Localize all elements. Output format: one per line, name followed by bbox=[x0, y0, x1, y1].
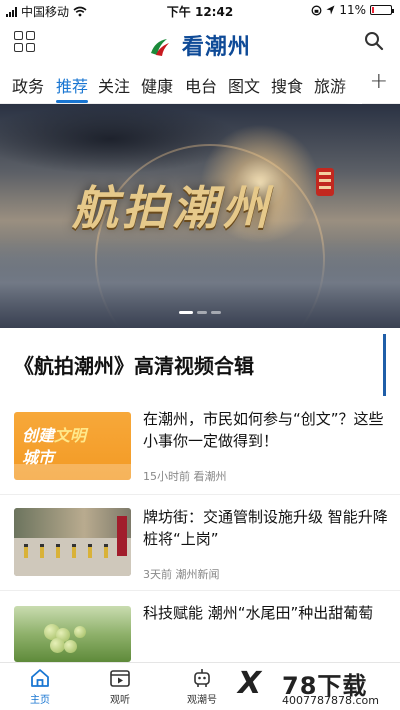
news-item[interactable]: 牌坊街：交通管制设施升级 智能升降桩将“上岗” 3天前 潮州新闻 bbox=[0, 494, 400, 590]
tabs-fade bbox=[338, 62, 362, 104]
nav-home[interactable]: 主页 bbox=[10, 667, 70, 706]
channel-tabs: 政务 推荐 关注 健康 电台 图文 搜食 旅游 + bbox=[0, 62, 400, 104]
carousel-dot[interactable] bbox=[211, 311, 221, 314]
tab-tuijian[interactable]: 推荐 bbox=[56, 73, 88, 97]
news-time: 3天前 bbox=[143, 568, 172, 581]
tab-tuwen[interactable]: 图文 bbox=[228, 73, 260, 97]
watermark-url: 4007787878.com bbox=[282, 694, 379, 707]
banner-clouds bbox=[0, 238, 400, 328]
divider bbox=[0, 590, 400, 591]
tab-diantai[interactable]: 电台 bbox=[185, 73, 217, 97]
robot-icon bbox=[194, 669, 210, 687]
battery-percent: 11% bbox=[339, 3, 366, 17]
home-icon bbox=[31, 669, 49, 687]
news-meta: 15小时前 看潮州 bbox=[143, 468, 227, 484]
tab-zhengwu[interactable]: 政务 bbox=[12, 73, 44, 97]
news-headline[interactable]: 在潮州，市民如何参与“创文”？这些小事你一定做得到！ bbox=[143, 408, 389, 452]
section-accent-bar bbox=[383, 334, 386, 396]
news-thumbnail bbox=[14, 606, 131, 662]
active-tab-indicator bbox=[56, 100, 88, 103]
nav-label: 观潮号 bbox=[187, 695, 217, 706]
nav-label: 观听 bbox=[110, 695, 130, 706]
news-time: 15小时前 bbox=[143, 470, 190, 483]
rotation-lock-icon bbox=[311, 5, 322, 15]
carousel-dot[interactable] bbox=[197, 311, 207, 314]
logo-text: 看潮州 bbox=[181, 35, 251, 60]
battery-level bbox=[372, 7, 374, 13]
site-watermark: X 78下载 4007787878.com bbox=[236, 664, 400, 710]
tab-jiankang[interactable]: 健康 bbox=[141, 73, 173, 97]
banner-title: 航拍潮州 bbox=[72, 181, 272, 235]
news-item[interactable]: 创建文明 城市 在潮州，市民如何参与“创文”？这些小事你一定做得到！ 15小时前… bbox=[0, 398, 400, 494]
nav-guanchao[interactable]: 观潮号 bbox=[172, 667, 232, 706]
banner-seal bbox=[316, 168, 334, 196]
carousel-dot[interactable] bbox=[179, 311, 193, 314]
watermark-logo: X bbox=[238, 666, 262, 701]
battery-icon bbox=[370, 5, 394, 15]
search-icon[interactable] bbox=[364, 31, 384, 51]
status-bar: 中国移动 下午 12:42 11% bbox=[0, 0, 400, 22]
video-icon bbox=[110, 670, 130, 687]
tab-guanzhu[interactable]: 关注 bbox=[98, 73, 130, 97]
add-channel-button[interactable]: + bbox=[370, 69, 388, 94]
seal-icon bbox=[319, 172, 331, 189]
divider bbox=[0, 494, 400, 495]
section-title[interactable]: 《航拍潮州》高清视频合辑 bbox=[14, 350, 254, 379]
app-logo: 看潮州 bbox=[0, 29, 400, 61]
location-icon bbox=[326, 5, 335, 15]
nav-label: 主页 bbox=[30, 695, 50, 706]
news-item[interactable]: 科技赋能 潮州“水尾田”种出甜葡萄 bbox=[0, 590, 400, 662]
news-source: 潮州新闻 bbox=[175, 568, 220, 581]
logo-mark-icon bbox=[151, 39, 170, 56]
hero-banner[interactable]: 航拍潮州 bbox=[0, 104, 400, 328]
news-source: 看潮州 bbox=[193, 470, 227, 483]
tab-soushi[interactable]: 搜食 bbox=[271, 73, 303, 97]
news-thumbnail: 创建文明 城市 bbox=[14, 412, 131, 480]
news-thumbnail bbox=[14, 508, 131, 576]
thumb-text: 创建文明 bbox=[22, 426, 87, 445]
status-right: 11% bbox=[311, 3, 394, 17]
news-meta: 3天前 潮州新闻 bbox=[143, 566, 220, 582]
news-headline[interactable]: 牌坊街：交通管制设施升级 智能升降桩将“上岗” bbox=[143, 506, 389, 550]
news-headline[interactable]: 科技赋能 潮州“水尾田”种出甜葡萄 bbox=[143, 602, 389, 624]
nav-watch[interactable]: 观听 bbox=[90, 667, 150, 706]
carousel-dots bbox=[0, 311, 400, 314]
app-header: 看潮州 bbox=[0, 22, 400, 62]
